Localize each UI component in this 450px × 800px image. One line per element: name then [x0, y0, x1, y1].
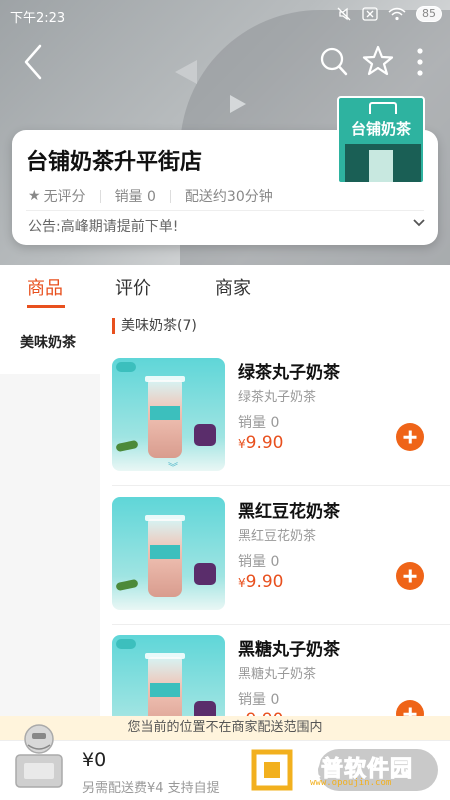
search-icon[interactable] [320, 46, 348, 76]
site-watermark: 欧普软件园 www.opoujin.com [250, 748, 446, 794]
logo-door [369, 150, 393, 182]
tab-indicator [27, 305, 65, 308]
product-divider [112, 485, 450, 486]
product-name: 绿茶丸子奶茶 [238, 363, 340, 383]
product-price: ¥9.90 [238, 572, 284, 592]
store-delivery-time: 配送约30分钟 [184, 189, 273, 205]
status-icons: 85 [336, 6, 442, 22]
product-sales: 销量 0 [238, 415, 280, 431]
store-notice: 公告:高峰期请提前下单! [28, 219, 179, 235]
tab-bar: 商品 评价 商家 [0, 265, 450, 310]
image-badge [116, 639, 136, 649]
sim-icon [362, 7, 378, 21]
category-title: 美味奶茶(7) [112, 318, 197, 334]
cup-band [150, 406, 180, 420]
product-desc: 黑糖丸子奶茶 [238, 667, 317, 682]
product-sales: 销量 0 [238, 554, 280, 570]
leaf-shape [115, 578, 139, 592]
product-image [112, 497, 225, 610]
card-divider [26, 210, 424, 211]
product-name: 黑糖丸子奶茶 [238, 640, 340, 660]
more-icon[interactable] [412, 47, 428, 77]
cup-band [150, 683, 180, 697]
product-divider [112, 624, 450, 625]
double-chevron-icon: ︾ [168, 463, 178, 471]
product-sales: 销量 0 [238, 692, 280, 708]
store-meta: ★ 无评分 销量 0 配送约30分钟 [28, 186, 273, 206]
price-currency: ¥ [238, 437, 246, 451]
leaf-shape [115, 439, 139, 453]
tab-products[interactable]: 商品 [27, 274, 63, 300]
product-image: ︾ [112, 358, 225, 471]
battery-indicator: 85 [416, 6, 442, 22]
delivery-fee-note: 另需配送费¥4 支持自提 [82, 781, 220, 796]
sidebar-item-label: 美味奶茶 [20, 335, 76, 351]
logo-roof-shape [369, 102, 397, 114]
cart-icon[interactable] [8, 719, 70, 797]
store-rating: 无评分 [43, 189, 86, 205]
add-to-cart-button[interactable] [396, 423, 424, 451]
product-name: 黑红豆花奶茶 [238, 502, 340, 522]
add-to-cart-button[interactable] [396, 562, 424, 590]
product-price: ¥9.90 [238, 433, 284, 453]
store-name: 台铺奶茶升平街店 [26, 150, 203, 175]
pearls-shape [194, 563, 216, 585]
sidebar-item-milk-tea[interactable]: 美味奶茶 [0, 310, 100, 374]
price-value: 9.90 [245, 433, 284, 453]
price-currency: ¥ [238, 576, 246, 590]
rating-star-icon: ★ [28, 188, 41, 204]
status-time: 下午2:23 [10, 11, 66, 26]
mute-icon [337, 7, 351, 21]
banner-arrow-shape [230, 95, 246, 113]
store-logo: 台铺奶茶 [337, 96, 425, 184]
star-icon[interactable] [362, 45, 394, 77]
watermark-logo [251, 749, 293, 791]
price-value: 9.90 [245, 572, 284, 592]
logo-text: 台铺奶茶 [350, 120, 411, 138]
product-item[interactable]: ︾ 绿茶丸子奶茶 绿茶丸子奶茶 销量 0 ¥9.90 [100, 358, 450, 496]
store-sales: 销量 0 [114, 189, 156, 205]
image-badge [116, 362, 136, 372]
watermark-url: www.opoujin.com [310, 778, 392, 788]
tab-merchant[interactable]: 商家 [215, 274, 251, 300]
product-item[interactable]: 黑红豆花奶茶 黑红豆花奶茶 销量 0 ¥9.90 [100, 497, 450, 635]
product-desc: 黑红豆花奶茶 [238, 529, 317, 544]
banner-arrow-shape [175, 60, 197, 84]
cup-band [150, 545, 180, 559]
tab-reviews[interactable]: 评价 [115, 274, 151, 300]
wifi-icon [388, 7, 406, 21]
pearls-shape [194, 424, 216, 446]
chevron-down-icon[interactable] [412, 216, 426, 230]
meta-divider [99, 189, 101, 203]
back-icon[interactable] [16, 42, 50, 82]
cart-total: ¥0 [82, 749, 107, 771]
product-desc: 绿茶丸子奶茶 [238, 390, 317, 405]
meta-divider [169, 189, 171, 203]
status-bar: 下午2:23 85 [0, 0, 450, 30]
